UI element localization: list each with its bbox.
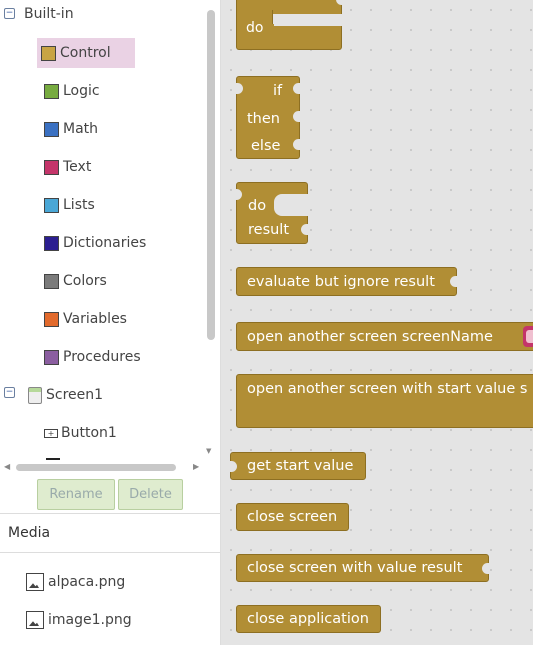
delete-button[interactable]: Delete <box>118 479 183 510</box>
get-start-value-block[interactable]: get start value <box>230 452 366 480</box>
category-label: Text <box>63 159 92 175</box>
procedures-swatch-icon <box>44 349 59 365</box>
category-label: Control <box>60 45 111 61</box>
else-label: else <box>251 138 281 154</box>
category-label: Math <box>63 121 99 137</box>
category-control[interactable]: Control <box>37 38 135 68</box>
dictionaries-swatch-icon <box>44 235 59 251</box>
open-screen-label: open another screen screenName <box>247 329 493 345</box>
do-label: do <box>248 198 267 214</box>
open-screen-block[interactable]: open another screen screenName <box>236 322 533 351</box>
category-label: Colors <box>63 273 107 289</box>
category-label: Dictionaries <box>63 235 147 251</box>
media-file-label: image1.png <box>48 612 132 628</box>
variables-swatch-icon <box>44 311 59 327</box>
result-label: result <box>248 222 290 238</box>
category-label: Lists <box>63 197 95 213</box>
media-file-alpaca[interactable]: alpaca.png <box>26 570 125 594</box>
close-screen-block[interactable]: close screen <box>236 503 349 531</box>
tree-horizontal-scrollbar[interactable] <box>16 464 176 471</box>
scroll-down-arrow-icon[interactable]: ▼ <box>206 447 211 455</box>
colors-swatch-icon <box>44 273 59 289</box>
scroll-left-arrow-icon[interactable]: ◀ <box>4 462 10 471</box>
category-label: Variables <box>63 311 127 327</box>
collapse-builtin-toggle[interactable]: − <box>4 8 15 19</box>
media-header: Media <box>0 513 220 553</box>
close-screen-label: close screen <box>247 509 338 525</box>
while-test-label: test <box>294 0 321 2</box>
evaluate-label: evaluate but ignore result <box>247 274 435 290</box>
media-file-image1[interactable]: image1.png <box>26 608 132 632</box>
tree-vertical-scrollbar[interactable] <box>207 10 215 340</box>
open-screen-start-value-block[interactable]: open another screen with start value s <box>236 374 533 428</box>
category-text[interactable]: Text <box>40 152 97 182</box>
while-label: while <box>246 0 283 2</box>
screen1-label: Screen1 <box>46 387 104 403</box>
then-label: then <box>247 111 280 127</box>
category-math[interactable]: Math <box>40 114 104 144</box>
rename-button[interactable]: Rename <box>37 479 115 510</box>
clipped-tree-item <box>46 458 60 460</box>
image-file-icon <box>26 573 44 591</box>
if-label: if <box>273 83 283 99</box>
close-screen-value-block[interactable]: close screen with value result <box>236 554 489 582</box>
screenname-text-socket[interactable] <box>523 326 533 347</box>
open-screen-value-label: open another screen with start value s <box>247 381 528 397</box>
image-file-icon <box>26 611 44 629</box>
category-dictionaries[interactable]: Dictionaries <box>40 228 152 258</box>
logic-swatch-icon <box>44 83 59 99</box>
close-value-label: close screen with value result <box>247 560 463 576</box>
category-variables[interactable]: Variables <box>40 304 133 334</box>
button-component-icon: + <box>44 428 58 438</box>
while-do-label: do <box>246 20 264 36</box>
media-file-label: alpaca.png <box>48 574 126 590</box>
while-block[interactable]: while test do <box>236 0 346 50</box>
math-swatch-icon <box>44 121 59 137</box>
category-colors[interactable]: Colors <box>40 266 113 296</box>
control-swatch-icon <box>41 45 56 61</box>
if-then-else-block[interactable]: if then else <box>236 76 300 159</box>
evaluate-ignore-block[interactable]: evaluate but ignore result <box>236 267 457 296</box>
screen1-node[interactable]: Screen1 <box>28 382 103 408</box>
lists-swatch-icon <box>44 197 59 213</box>
scroll-right-arrow-icon[interactable]: ▶ <box>193 462 199 471</box>
close-application-block[interactable]: close application <box>236 605 381 633</box>
category-logic[interactable]: Logic <box>40 76 106 106</box>
close-app-label: close application <box>247 611 369 627</box>
category-label: Procedures <box>63 349 141 365</box>
category-procedures[interactable]: Procedures <box>40 342 147 372</box>
collapse-screen-toggle[interactable]: − <box>4 387 15 398</box>
button1-label: Button1 <box>61 425 117 441</box>
get-start-label: get start value <box>247 458 354 474</box>
screen-icon <box>28 386 42 404</box>
blocks-panel: − Built-in Control Logic Math Text Lists… <box>0 0 221 645</box>
button1-node[interactable]: + Button1 <box>44 422 117 444</box>
category-label: Logic <box>63 83 100 99</box>
category-lists[interactable]: Lists <box>40 190 101 220</box>
blocks-workspace[interactable]: while test do if then else do result eva… <box>221 0 533 645</box>
text-swatch-icon <box>44 159 59 175</box>
do-result-block[interactable]: do result <box>235 182 310 244</box>
builtin-label[interactable]: Built-in <box>24 4 74 24</box>
